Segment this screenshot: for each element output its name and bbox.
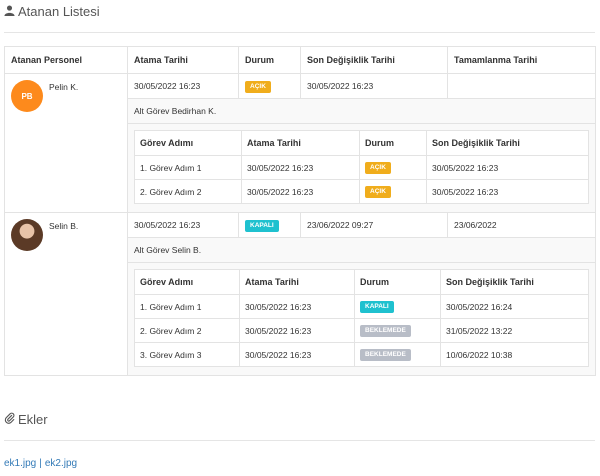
- subtask-title: Alt Görev Selin B.: [127, 237, 596, 263]
- status-badge: BEKLEMEDE: [360, 325, 411, 337]
- avatar: PB: [11, 80, 43, 112]
- step-modified-date: 30/05/2022 16:24: [440, 294, 589, 319]
- column-header: Son Değişiklik Tarihi: [426, 130, 589, 156]
- attachment-links: ek1.jpg | ek2.jpg: [4, 458, 77, 469]
- assignee-name: Selin B.: [49, 221, 79, 231]
- column-header: Son Değişiklik Tarihi: [440, 269, 589, 295]
- step-assigned-date: 30/05/2022 16:23: [239, 342, 355, 367]
- step-name: 3. Görev Adım 3: [134, 342, 240, 367]
- last-modified-date: 23/06/2022 09:27: [300, 212, 448, 238]
- column-header: Görev Adımı: [134, 130, 242, 156]
- step-assigned-date: 30/05/2022 16:23: [241, 155, 360, 180]
- assignee-row: Selin B. 30/05/2022 16:23 KAPALI 23/06/2…: [4, 212, 596, 376]
- table-row: 3. Görev Adım 3 30/05/2022 16:23 BEKLEME…: [134, 342, 589, 367]
- status-badge: KAPALI: [360, 301, 394, 313]
- column-header: Atama Tarihi: [239, 269, 355, 295]
- step-modified-date: 10/06/2022 10:38: [440, 342, 589, 367]
- subtask-title: Alt Görev Bedirhan K.: [127, 98, 596, 124]
- step-name: 1. Görev Adım 1: [134, 155, 242, 180]
- step-assigned-date: 30/05/2022 16:23: [239, 318, 355, 343]
- status-badge: AÇIK: [365, 186, 391, 198]
- step-modified-date: 31/05/2022 13:22: [440, 318, 589, 343]
- column-header: Durum: [359, 130, 427, 156]
- step-modified-date: 30/05/2022 16:23: [426, 179, 589, 204]
- table-row: 1. Görev Adım 1 30/05/2022 16:23 KAPALI …: [134, 294, 589, 319]
- attachment-link-ek2[interactable]: ek2.jpg: [45, 458, 77, 469]
- step-name: 2. Görev Adım 2: [134, 179, 242, 204]
- attachments-section-header: Ekler: [4, 412, 48, 427]
- divider: [4, 440, 595, 441]
- divider: [4, 32, 595, 33]
- attachment-link-ek1[interactable]: ek1.jpg: [4, 458, 36, 469]
- step-assigned-date: 30/05/2022 16:23: [239, 294, 355, 319]
- column-header: Durum: [238, 46, 301, 74]
- assignee-cell: Selin B.: [4, 212, 128, 376]
- subtask-steps-table: Görev Adımı Atama Tarihi Durum Son Değiş…: [134, 269, 589, 367]
- avatar: [11, 219, 43, 251]
- step-assigned-date: 30/05/2022 16:23: [241, 179, 360, 204]
- assigned-date: 30/05/2022 16:23: [127, 73, 239, 99]
- status-badge: AÇIK: [245, 80, 271, 93]
- link-separator: |: [39, 458, 42, 469]
- avatar-initials: PB: [21, 91, 33, 101]
- paperclip-icon: [4, 412, 15, 427]
- user-icon: [4, 4, 15, 19]
- column-header: Tamamlanma Tarihi: [447, 46, 596, 74]
- table-row: 2. Görev Adım 2 30/05/2022 16:23 BEKLEME…: [134, 318, 589, 343]
- subtask-header-row: Görev Adımı Atama Tarihi Durum Son Değiş…: [134, 269, 589, 295]
- attachments-section-title: Ekler: [18, 412, 48, 427]
- completion-date: [447, 73, 596, 99]
- column-header: Atama Tarihi: [241, 130, 360, 156]
- step-name: 2. Görev Adım 2: [134, 318, 240, 343]
- assignees-section-title: Atanan Listesi: [18, 4, 100, 19]
- status-badge: KAPALI: [245, 219, 279, 232]
- assignees-table: Atanan Personel Atama Tarihi Durum Son D…: [4, 46, 596, 376]
- column-header: Son Değişiklik Tarihi: [300, 46, 448, 74]
- assignee-name: Pelin K.: [49, 82, 79, 92]
- subtask-header-row: Görev Adımı Atama Tarihi Durum Son Değiş…: [134, 130, 589, 156]
- last-modified-date: 30/05/2022 16:23: [300, 73, 448, 99]
- table-row: 1. Görev Adım 1 30/05/2022 16:23 AÇIK 30…: [134, 155, 589, 180]
- step-name: 1. Görev Adım 1: [134, 294, 240, 319]
- table-header-row: Atanan Personel Atama Tarihi Durum Son D…: [4, 46, 596, 74]
- assignee-row: PB Pelin K. 30/05/2022 16:23 AÇIK 30/05/…: [4, 73, 596, 213]
- column-header: Durum: [354, 269, 441, 295]
- status-badge: BEKLEMEDE: [360, 349, 411, 361]
- assignees-section-header: Atanan Listesi: [4, 4, 100, 19]
- completion-date: 23/06/2022: [447, 212, 596, 238]
- assigned-date: 30/05/2022 16:23: [127, 212, 239, 238]
- column-header: Görev Adımı: [134, 269, 240, 295]
- column-header: Atama Tarihi: [127, 46, 239, 74]
- column-header: Atanan Personel: [4, 46, 128, 74]
- step-modified-date: 30/05/2022 16:23: [426, 155, 589, 180]
- status-badge: AÇIK: [365, 162, 391, 174]
- subtask-steps-table: Görev Adımı Atama Tarihi Durum Son Değiş…: [134, 130, 589, 204]
- assignee-cell: PB Pelin K.: [4, 73, 128, 213]
- table-row: 2. Görev Adım 2 30/05/2022 16:23 AÇIK 30…: [134, 179, 589, 204]
